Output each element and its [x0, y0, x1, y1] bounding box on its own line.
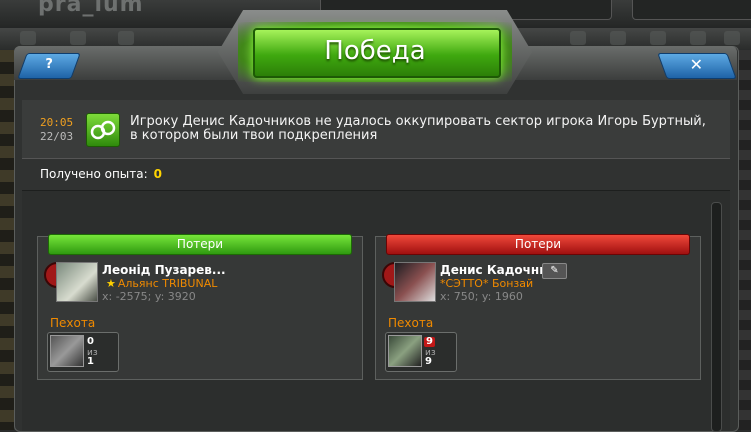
ally-coords: x: -2575; y: 3920	[102, 290, 196, 303]
attacker-alliance[interactable]: *СЭТТО* Бонзай	[440, 277, 533, 290]
toolbar-icon[interactable]	[690, 31, 706, 45]
attacker-unit-lost: 9	[424, 336, 435, 347]
toolbar-icon[interactable]	[118, 31, 134, 45]
edit-button[interactable]: ✎	[542, 263, 567, 279]
dialog-title: Победа	[324, 36, 426, 66]
ally-alliance[interactable]: ★ Альянс TRIBUNAL	[106, 277, 217, 290]
header-panel-right	[632, 0, 751, 20]
message-text: Игроку Денис Кадочников не удалось оккуп…	[130, 114, 706, 143]
right-border	[737, 50, 751, 430]
message-time: 20:05	[40, 116, 74, 129]
attacker-unit-type: Пехота	[388, 316, 434, 330]
avatar[interactable]	[56, 262, 98, 302]
ally-unit-type: Пехота	[50, 316, 96, 330]
ally-player-name[interactable]: Леонід Пузарев...	[102, 263, 226, 277]
help-icon[interactable]	[724, 31, 740, 45]
star-icon: ★	[106, 277, 116, 290]
divider	[22, 158, 730, 159]
ally-unit-total: 1	[87, 356, 94, 367]
star-icon[interactable]	[70, 31, 86, 45]
left-border	[0, 50, 14, 430]
ally-losses-header: Потери	[48, 234, 352, 255]
attacker-unit-total: 9	[425, 356, 432, 367]
experience-value: 0	[153, 167, 163, 181]
vehicle-icon	[50, 335, 84, 367]
handcuffs-icon	[86, 113, 120, 147]
help-button[interactable]: ?	[17, 53, 81, 79]
ally-unit-lost: 0	[87, 336, 94, 347]
attacker-coords: x: 750; y: 1960	[440, 290, 523, 303]
avatar[interactable]	[394, 262, 436, 302]
window-icon[interactable]	[650, 31, 666, 45]
toolbar-icon[interactable]	[20, 31, 36, 45]
sound-icon[interactable]	[570, 31, 586, 45]
scrollbar[interactable]	[711, 202, 722, 432]
soldier-icon	[388, 335, 422, 367]
attacker-losses-header: Потери	[386, 234, 690, 255]
game-logo: pra_ium	[38, 0, 144, 17]
message-date: 22/03	[40, 130, 74, 143]
experience-label: Получено опыта:	[40, 167, 148, 181]
eye-icon[interactable]	[610, 31, 626, 45]
close-button[interactable]: ✕	[657, 53, 737, 79]
experience-row: Получено опыта: 0	[40, 167, 162, 181]
